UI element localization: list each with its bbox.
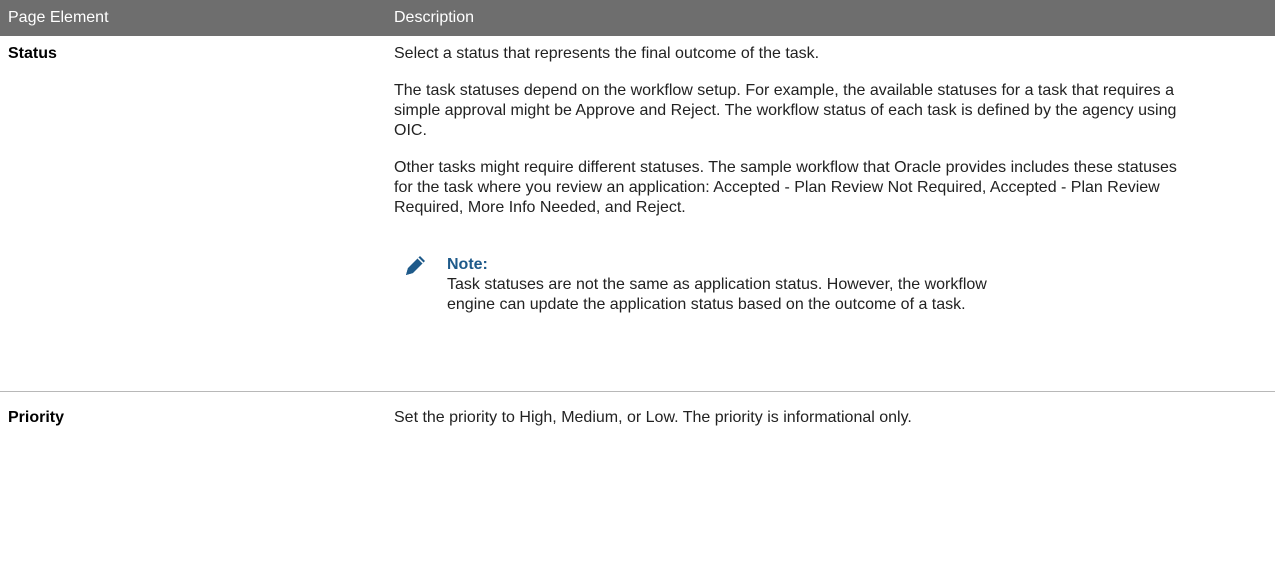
priority-paragraph-1: Set the priority to High, Medium, or Low…: [394, 409, 912, 426]
header-page-element: Page Element: [8, 9, 109, 26]
note-title: Note:: [447, 256, 488, 273]
table-row-status: Status Select a status that represents t…: [0, 36, 1275, 392]
description-status: Select a status that represents the fina…: [394, 44, 1194, 313]
page-element-table: Page Element Description Status Select a…: [0, 0, 1275, 432]
note-text: Task statuses are not the same as applic…: [447, 276, 987, 313]
header-description: Description: [394, 9, 475, 26]
term-status: Status: [8, 45, 57, 62]
table-header: Page Element Description: [0, 0, 1275, 36]
pencil-icon: [406, 256, 425, 275]
status-paragraph-2: The task statuses depend on the workflow…: [394, 82, 1177, 139]
status-paragraph-3: Other tasks might require different stat…: [394, 159, 1177, 216]
table-row-priority: Priority Set the priority to High, Mediu…: [0, 392, 1275, 432]
description-priority: Set the priority to High, Medium, or Low…: [394, 408, 1194, 445]
term-priority: Priority: [8, 409, 65, 426]
status-paragraph-1: Select a status that represents the fina…: [394, 45, 820, 62]
